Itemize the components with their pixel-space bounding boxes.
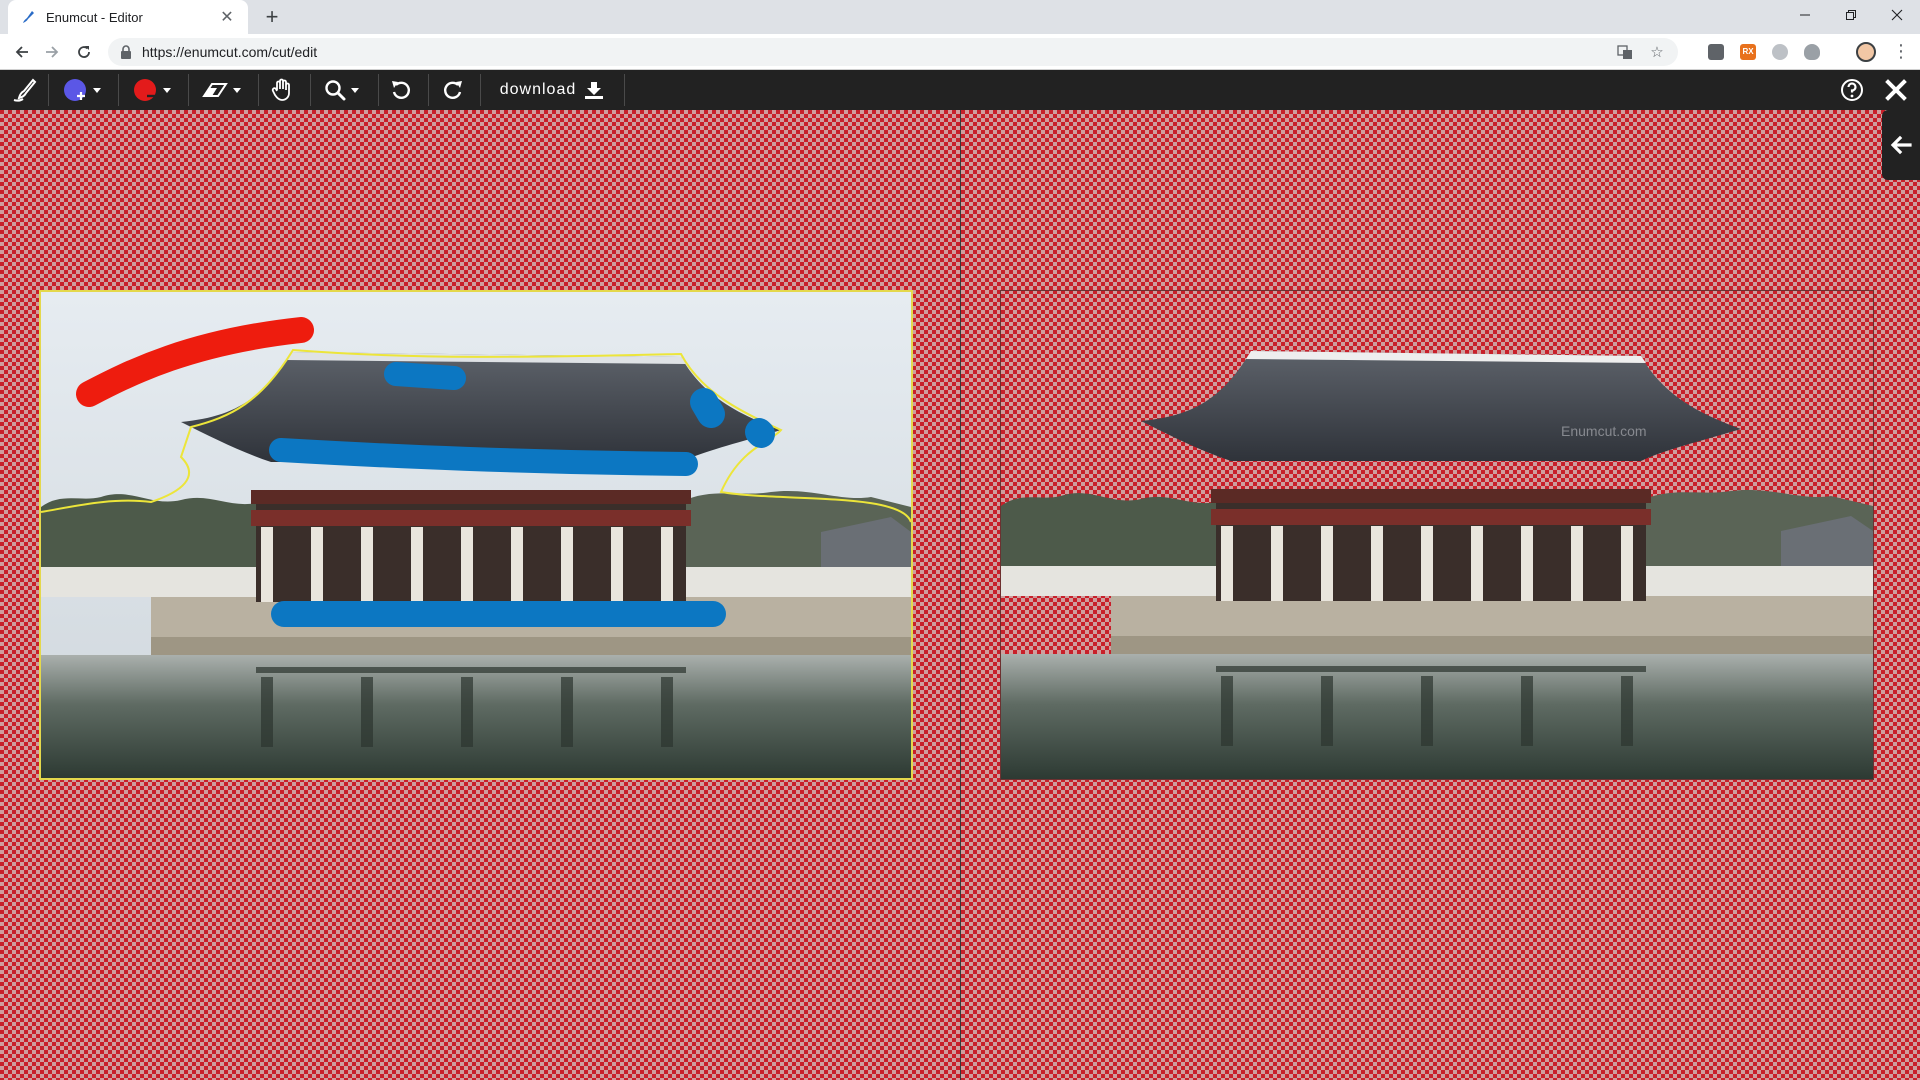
eraser-icon [201,83,228,97]
undo-button[interactable] [386,70,416,110]
source-image-with-markers[interactable] [39,290,913,780]
browser-tab-active[interactable]: Enumcut - Editor ✕ [8,0,248,34]
browser-addressbar: https://enumcut.com/cut/edit ☆ RX [0,34,1920,70]
brush-tool-button[interactable] [6,70,44,110]
editor-workspace: Enumcut.com [0,110,1920,1080]
window-controls [1782,0,1920,30]
extension-shield-icon[interactable] [1804,44,1820,60]
toolbar-separator [258,74,259,106]
minimize-icon[interactable] [1782,0,1828,30]
cutout-result-preview[interactable]: Enumcut.com [1000,290,1874,780]
side-panel-toggle[interactable] [1882,110,1920,180]
brush-icon [13,78,37,102]
browser-tabstrip: Enumcut - Editor ✕ + [0,0,1920,34]
omnibox[interactable]: https://enumcut.com/cut/edit ☆ [108,38,1678,66]
toolbar-separator [428,74,429,106]
close-icon [1885,79,1907,101]
chevron-down-icon [92,87,101,93]
arrow-left-icon [1890,135,1912,155]
chevron-down-icon [350,87,359,93]
extension-circle-icon[interactable] [1772,44,1788,60]
plus-circle-icon [63,79,86,101]
pan-tool-button[interactable] [266,70,298,110]
help-icon [1841,79,1863,101]
reload-icon[interactable] [72,40,96,64]
zoom-tool-button[interactable] [320,70,362,110]
back-icon[interactable] [10,40,34,64]
result-watermark: Enumcut.com [1561,423,1647,439]
bookmark-star-icon[interactable]: ☆ [1648,43,1666,61]
hand-icon [271,78,290,101]
toolbar-separator [624,74,625,106]
chevron-down-icon [162,87,171,93]
tab-close-icon[interactable]: ✕ [218,7,236,27]
toolbar-separator [310,74,311,106]
extension-orange-icon[interactable]: RX [1740,44,1756,60]
toolbar-separator [378,74,379,106]
pavilion-photo-source [41,292,911,778]
pavilion-photo-cutout: Enumcut.com [1001,351,1873,779]
url-text[interactable]: https://enumcut.com/cut/edit [142,44,1602,60]
eraser-tool-button[interactable] [198,70,244,110]
lock-icon [121,45,131,59]
forward-icon[interactable] [40,40,64,64]
toolbar-separator [118,74,119,106]
toolbar-separator [188,74,189,106]
window-close-icon[interactable] [1874,0,1920,30]
toolbar-separator [480,74,481,106]
translate-icon[interactable] [1616,43,1634,61]
close-editor-button[interactable] [1880,70,1912,110]
redo-button[interactable] [438,70,468,110]
extensions-area: RX [1708,42,1836,62]
chevron-down-icon [232,87,241,93]
editor-toolbar: download [0,70,1920,110]
new-tab-button[interactable]: + [258,4,286,32]
magnifier-icon [324,80,345,101]
browser-menu-icon[interactable]: ⋮ [1892,40,1910,64]
download-button[interactable]: download [490,70,614,110]
download-icon [585,82,604,99]
foreground-marker-button[interactable] [58,70,104,110]
restore-icon[interactable] [1828,0,1874,30]
toolbar-separator [48,74,49,106]
background-marker-button[interactable] [128,70,174,110]
tab-title: Enumcut - Editor [46,9,143,25]
extension-dark-icon[interactable] [1708,44,1724,60]
redo-icon [444,81,462,99]
minus-circle-icon [133,79,156,101]
undo-icon [392,81,410,99]
download-label: download [499,81,577,98]
help-button[interactable] [1836,70,1868,110]
profile-avatar[interactable] [1856,42,1876,62]
enumcut-brush-icon [23,11,34,23]
